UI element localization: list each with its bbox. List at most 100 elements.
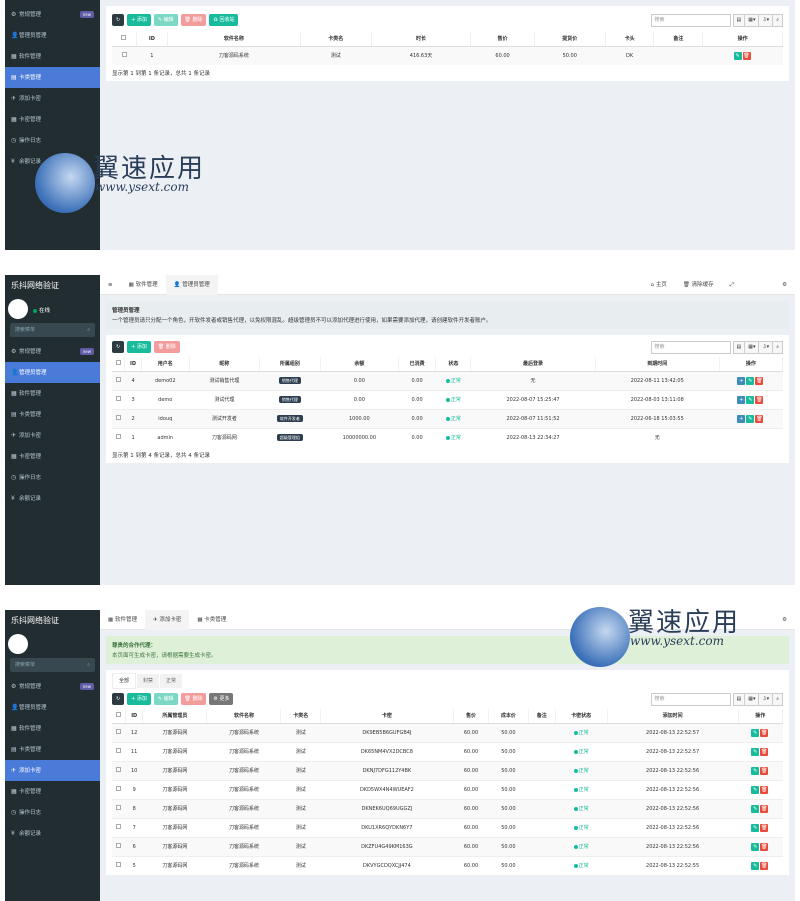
sidebar-item-general[interactable]: ⚙ 常规管理 new bbox=[5, 4, 100, 25]
row-checkbox[interactable] bbox=[112, 370, 125, 390]
search-input[interactable]: 搜索 bbox=[650, 14, 731, 27]
column-header[interactable]: 用户名 bbox=[141, 357, 190, 372]
columns-icon[interactable]: ▦▾ bbox=[744, 693, 760, 706]
checkbox[interactable] bbox=[115, 415, 121, 420]
checkbox[interactable] bbox=[115, 377, 121, 382]
checkbox[interactable] bbox=[116, 805, 122, 810]
checkbox[interactable] bbox=[116, 824, 122, 829]
refresh-button[interactable]: ↻ bbox=[112, 341, 125, 353]
checkbox[interactable] bbox=[121, 52, 127, 58]
sidebar-item-admin[interactable]: 👤管理员管理 bbox=[5, 697, 100, 718]
delete-icon[interactable]: 🗑 bbox=[742, 51, 751, 60]
sidebar-item-balance[interactable]: ¥ 余额记录 bbox=[5, 151, 100, 172]
column-header[interactable]: 备注 bbox=[653, 32, 704, 47]
delete-icon[interactable]: 🗑 bbox=[760, 842, 769, 851]
more-button[interactable]: ⚙ 更多 bbox=[209, 693, 234, 705]
delete-icon[interactable]: 🗑 bbox=[760, 766, 769, 775]
edit-button[interactable]: ✎ 编辑 bbox=[153, 693, 178, 705]
edit-icon[interactable]: ✎ bbox=[751, 861, 760, 870]
sidebar-item-software[interactable]: ▦ 软件管理 bbox=[5, 718, 100, 739]
checkbox[interactable] bbox=[116, 767, 122, 772]
sidebar-item-software[interactable]: ▦ 软件管理 bbox=[5, 46, 100, 67]
column-header[interactable]: ID bbox=[136, 32, 168, 47]
row-checkbox[interactable] bbox=[112, 779, 126, 799]
delete-icon[interactable]: 🗑 bbox=[760, 804, 769, 813]
column-header[interactable]: 卡密 bbox=[320, 709, 454, 724]
sidebar-item-log[interactable]: ◷ 操作日志 bbox=[5, 130, 100, 151]
add-button[interactable]: + 添加 bbox=[127, 693, 151, 705]
columns-icon[interactable]: ▦▾ bbox=[744, 341, 760, 354]
tab-admin[interactable]: 👤 管理员管理 bbox=[165, 275, 218, 295]
add-icon[interactable]: + bbox=[737, 414, 746, 423]
export-icon[interactable]: ⇩▾ bbox=[758, 14, 774, 27]
sidebar-item-software[interactable]: ▦ 软件管理 bbox=[5, 383, 100, 404]
tab-software[interactable]: ▦ 软件管理 bbox=[100, 610, 145, 630]
sidebar-item-card-type[interactable]: ▤ 卡类管理 bbox=[5, 404, 100, 425]
tab-software[interactable]: ▦ 软件管理 bbox=[121, 275, 166, 295]
select-all-checkbox[interactable] bbox=[112, 357, 126, 372]
delete-button[interactable]: 🗑 删除 bbox=[180, 14, 207, 26]
delete-icon[interactable]: 🗑 bbox=[755, 414, 764, 423]
column-header[interactable]: 余额 bbox=[320, 357, 399, 372]
refresh-button[interactable]: ↻ bbox=[112, 693, 125, 705]
export-icon[interactable]: ⇩▾ bbox=[758, 341, 774, 354]
sidebar-item-card-manage[interactable]: ▦ 卡密管理 bbox=[5, 446, 100, 467]
column-header[interactable]: 售价 bbox=[453, 709, 490, 724]
delete-icon[interactable]: 🗑 bbox=[755, 376, 764, 385]
checkbox[interactable] bbox=[116, 862, 122, 868]
row-checkbox[interactable] bbox=[112, 798, 126, 818]
search-input[interactable]: 搜索 bbox=[650, 341, 731, 354]
column-header[interactable]: 售价 bbox=[470, 32, 535, 47]
sidebar-item-general[interactable]: ⚙ 常规管理 new bbox=[5, 341, 100, 362]
column-header[interactable]: 软件名称 bbox=[167, 32, 301, 47]
delete-icon[interactable]: 🗑 bbox=[760, 823, 769, 832]
delete-icon[interactable]: 🗑 bbox=[760, 785, 769, 794]
search-icon[interactable]: ⌕ bbox=[772, 693, 783, 706]
column-header[interactable]: 状态 bbox=[435, 357, 472, 372]
column-header[interactable]: ID bbox=[125, 709, 144, 724]
add-button[interactable]: + 添加 bbox=[127, 341, 151, 353]
edit-icon[interactable]: ✎ bbox=[751, 785, 760, 794]
checkbox[interactable] bbox=[115, 360, 121, 366]
hamburger-icon[interactable]: ≡ bbox=[100, 275, 121, 295]
column-header[interactable]: 成本价 bbox=[488, 709, 529, 724]
row-checkbox[interactable] bbox=[112, 836, 126, 856]
home-link[interactable]: ⌂ 主页 bbox=[643, 275, 675, 295]
export-icon[interactable]: ⇩▾ bbox=[758, 693, 774, 706]
checkbox[interactable] bbox=[116, 712, 122, 718]
row-checkbox[interactable] bbox=[112, 45, 137, 65]
edit-icon[interactable]: ✎ bbox=[751, 804, 760, 813]
column-header[interactable]: 操作 bbox=[702, 32, 783, 47]
checkbox[interactable] bbox=[121, 35, 127, 41]
add-button[interactable]: + 添加 bbox=[127, 14, 151, 26]
select-all-checkbox[interactable] bbox=[112, 709, 127, 724]
edit-icon[interactable]: ✎ bbox=[751, 728, 760, 737]
checkbox[interactable] bbox=[115, 434, 121, 440]
column-header[interactable]: 最后登录 bbox=[470, 357, 596, 372]
row-checkbox[interactable] bbox=[112, 760, 126, 780]
gear-icon[interactable]: ⚙ bbox=[742, 275, 795, 295]
delete-button[interactable]: 🗑 删除 bbox=[153, 341, 180, 353]
column-header[interactable]: 备注 bbox=[528, 709, 556, 724]
edit-button[interactable]: ✎ 编辑 bbox=[153, 14, 178, 26]
search-input[interactable]: 搜索 bbox=[650, 693, 731, 706]
delete-icon[interactable]: 🗑 bbox=[760, 728, 769, 737]
edit-icon[interactable]: ✎ bbox=[751, 842, 760, 851]
menu-search-input[interactable]: 搜索菜单 ⌕ bbox=[10, 658, 95, 672]
sidebar-item-general[interactable]: ⚙ 常规管理 new bbox=[5, 676, 100, 697]
checkbox[interactable] bbox=[116, 843, 122, 848]
add-icon[interactable]: + bbox=[737, 395, 746, 404]
edit-icon[interactable]: ✎ bbox=[751, 747, 760, 756]
column-header[interactable]: 所属管理员 bbox=[142, 709, 208, 724]
edit-icon[interactable]: ✎ bbox=[746, 414, 755, 423]
search-icon[interactable]: ⌕ bbox=[772, 14, 783, 27]
column-header[interactable]: 操作 bbox=[738, 709, 784, 724]
column-header[interactable]: 所属组别 bbox=[259, 357, 321, 372]
delete-icon[interactable]: 🗑 bbox=[760, 747, 769, 756]
column-header[interactable]: 时长 bbox=[371, 32, 472, 47]
column-header[interactable]: 卡头 bbox=[605, 32, 655, 47]
clear-cache-link[interactable]: 🗑 清除缓存 bbox=[675, 275, 722, 295]
sidebar-item-admin[interactable]: 👤管理员管理 bbox=[5, 25, 100, 46]
filter-banned-tab[interactable]: 封禁 bbox=[137, 674, 160, 688]
tab-card-type[interactable]: ▦ 卡类管理 bbox=[189, 610, 234, 630]
